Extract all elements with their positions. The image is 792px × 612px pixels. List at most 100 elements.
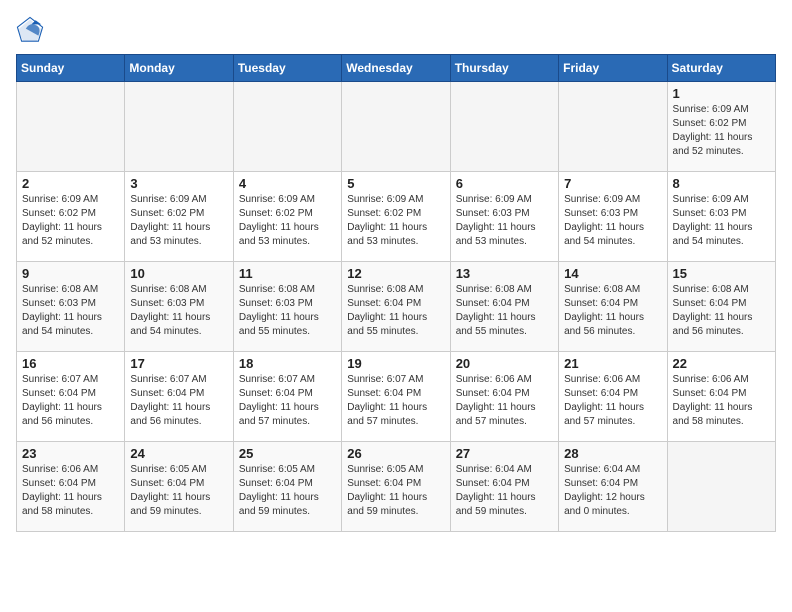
- day-info: Sunrise: 6:05 AM Sunset: 6:04 PM Dayligh…: [239, 463, 336, 519]
- calendar-cell: 14 Sunrise: 6:08 AM Sunset: 6:04 PM Dayli…: [559, 262, 667, 352]
- calendar-cell: 10Sunrise: 6:08 AM Sunset: 6:03 PM Dayli…: [125, 262, 233, 352]
- day-info: Sunrise: 6:06 AM Sunset: 6:04 PM Dayligh…: [564, 373, 661, 429]
- logo-icon: [16, 16, 44, 44]
- day-number: 28: [564, 446, 661, 461]
- day-number: 15: [673, 266, 770, 281]
- day-info: Sunrise: 6:09 AM Sunset: 6:02 PM Dayligh…: [239, 193, 336, 249]
- weekday-header: Friday: [559, 55, 667, 82]
- day-info: Sunrise: 6:07 AM Sunset: 6:04 PM Dayligh…: [130, 373, 227, 429]
- day-info: Sunrise: 6:09 AM Sunset: 6:02 PM Dayligh…: [22, 193, 119, 249]
- day-number: 4: [239, 176, 336, 191]
- calendar-cell: 13 Sunrise: 6:08 AM Sunset: 6:04 PM Dayli…: [450, 262, 558, 352]
- weekday-header: Sunday: [17, 55, 125, 82]
- day-info: Sunrise: 6:09 AM Sunset: 6:02 PM Dayligh…: [673, 103, 770, 159]
- day-info: Sunrise: 6:08 AM Sunset: 6:03 PM Dayligh…: [239, 283, 336, 339]
- day-info: Sunrise: 6:04 AM Sunset: 6:04 PM Dayligh…: [564, 463, 661, 519]
- day-number: 5: [347, 176, 444, 191]
- calendar-cell: [667, 442, 775, 532]
- calendar-cell: 18 Sunrise: 6:07 AM Sunset: 6:04 PM Dayli…: [233, 352, 341, 442]
- day-number: 6: [456, 176, 553, 191]
- day-number: 25: [239, 446, 336, 461]
- calendar-cell: [559, 82, 667, 172]
- day-info: Sunrise: 6:05 AM Sunset: 6:04 PM Dayligh…: [347, 463, 444, 519]
- calendar-cell: 23Sunrise: 6:06 AM Sunset: 6:04 PM Dayli…: [17, 442, 125, 532]
- day-info: Sunrise: 6:07 AM Sunset: 6:04 PM Dayligh…: [22, 373, 119, 429]
- weekday-header: Saturday: [667, 55, 775, 82]
- calendar-cell: 26 Sunrise: 6:05 AM Sunset: 6:04 PM Dayli…: [342, 442, 450, 532]
- calendar-cell: 17 Sunrise: 6:07 AM Sunset: 6:04 PM Dayli…: [125, 352, 233, 442]
- calendar-cell: 4 Sunrise: 6:09 AM Sunset: 6:02 PM Daylig…: [233, 172, 341, 262]
- calendar-cell: 20 Sunrise: 6:06 AM Sunset: 6:04 PM Dayli…: [450, 352, 558, 442]
- calendar-week: 9 Sunrise: 6:08 AM Sunset: 6:03 PM Daylig…: [17, 262, 776, 352]
- day-number: 13: [456, 266, 553, 281]
- calendar-cell: 21 Sunrise: 6:06 AM Sunset: 6:04 PM Dayli…: [559, 352, 667, 442]
- logo: [16, 16, 48, 44]
- day-number: 20: [456, 356, 553, 371]
- day-info: Sunrise: 6:09 AM Sunset: 6:03 PM Dayligh…: [673, 193, 770, 249]
- calendar-cell: 28 Sunrise: 6:04 AM Sunset: 6:04 PM Dayli…: [559, 442, 667, 532]
- day-number: 26: [347, 446, 444, 461]
- calendar-cell: 8Sunrise: 6:09 AM Sunset: 6:03 PM Daylig…: [667, 172, 775, 262]
- calendar-cell: 15Sunrise: 6:08 AM Sunset: 6:04 PM Dayli…: [667, 262, 775, 352]
- day-number: 21: [564, 356, 661, 371]
- calendar-cell: 1 Sunrise: 6:09 AM Sunset: 6:02 PM Daylig…: [667, 82, 775, 172]
- calendar-cell: 11 Sunrise: 6:08 AM Sunset: 6:03 PM Dayli…: [233, 262, 341, 352]
- calendar-week: 1 Sunrise: 6:09 AM Sunset: 6:02 PM Daylig…: [17, 82, 776, 172]
- calendar-cell: 9 Sunrise: 6:08 AM Sunset: 6:03 PM Daylig…: [17, 262, 125, 352]
- day-number: 24: [130, 446, 227, 461]
- weekday-header: Thursday: [450, 55, 558, 82]
- day-number: 9: [22, 266, 119, 281]
- calendar-cell: 19 Sunrise: 6:07 AM Sunset: 6:04 PM Dayli…: [342, 352, 450, 442]
- calendar-cell: [125, 82, 233, 172]
- day-info: Sunrise: 6:07 AM Sunset: 6:04 PM Dayligh…: [347, 373, 444, 429]
- day-number: 11: [239, 266, 336, 281]
- calendar-cell: [233, 82, 341, 172]
- day-number: 2: [22, 176, 119, 191]
- day-info: Sunrise: 6:09 AM Sunset: 6:02 PM Dayligh…: [347, 193, 444, 249]
- day-info: Sunrise: 6:06 AM Sunset: 6:04 PM Dayligh…: [456, 373, 553, 429]
- calendar-week: 16Sunrise: 6:07 AM Sunset: 6:04 PM Dayli…: [17, 352, 776, 442]
- day-number: 27: [456, 446, 553, 461]
- day-number: 18: [239, 356, 336, 371]
- day-number: 22: [673, 356, 770, 371]
- calendar-cell: [17, 82, 125, 172]
- day-number: 19: [347, 356, 444, 371]
- day-number: 3: [130, 176, 227, 191]
- day-number: 7: [564, 176, 661, 191]
- calendar-cell: 24 Sunrise: 6:05 AM Sunset: 6:04 PM Dayli…: [125, 442, 233, 532]
- weekday-header: Tuesday: [233, 55, 341, 82]
- calendar-cell: 3 Sunrise: 6:09 AM Sunset: 6:02 PM Daylig…: [125, 172, 233, 262]
- calendar-cell: [450, 82, 558, 172]
- day-info: Sunrise: 6:04 AM Sunset: 6:04 PM Dayligh…: [456, 463, 553, 519]
- day-number: 12: [347, 266, 444, 281]
- calendar-table: SundayMondayTuesdayWednesdayThursdayFrid…: [16, 54, 776, 532]
- day-number: 17: [130, 356, 227, 371]
- calendar-cell: 5 Sunrise: 6:09 AM Sunset: 6:02 PM Daylig…: [342, 172, 450, 262]
- day-number: 14: [564, 266, 661, 281]
- calendar-cell: 2 Sunrise: 6:09 AM Sunset: 6:02 PM Daylig…: [17, 172, 125, 262]
- day-info: Sunrise: 6:05 AM Sunset: 6:04 PM Dayligh…: [130, 463, 227, 519]
- day-info: Sunrise: 6:08 AM Sunset: 6:03 PM Dayligh…: [22, 283, 119, 339]
- calendar-cell: 7 Sunrise: 6:09 AM Sunset: 6:03 PM Daylig…: [559, 172, 667, 262]
- day-info: Sunrise: 6:08 AM Sunset: 6:04 PM Dayligh…: [456, 283, 553, 339]
- day-info: Sunrise: 6:07 AM Sunset: 6:04 PM Dayligh…: [239, 373, 336, 429]
- calendar-cell: 12Sunrise: 6:08 AM Sunset: 6:04 PM Dayli…: [342, 262, 450, 352]
- page-header: [16, 16, 776, 44]
- day-info: Sunrise: 6:09 AM Sunset: 6:03 PM Dayligh…: [564, 193, 661, 249]
- calendar-cell: 22 Sunrise: 6:06 AM Sunset: 6:04 PM Dayli…: [667, 352, 775, 442]
- calendar-body: 1 Sunrise: 6:09 AM Sunset: 6:02 PM Daylig…: [17, 82, 776, 532]
- day-info: Sunrise: 6:09 AM Sunset: 6:02 PM Dayligh…: [130, 193, 227, 249]
- day-info: Sunrise: 6:08 AM Sunset: 6:03 PM Dayligh…: [130, 283, 227, 339]
- day-info: Sunrise: 6:09 AM Sunset: 6:03 PM Dayligh…: [456, 193, 553, 249]
- calendar-cell: 27 Sunrise: 6:04 AM Sunset: 6:04 PM Dayli…: [450, 442, 558, 532]
- calendar-week: 23Sunrise: 6:06 AM Sunset: 6:04 PM Dayli…: [17, 442, 776, 532]
- weekday-header: Monday: [125, 55, 233, 82]
- day-info: Sunrise: 6:08 AM Sunset: 6:04 PM Dayligh…: [564, 283, 661, 339]
- weekday-header: Wednesday: [342, 55, 450, 82]
- calendar-week: 2 Sunrise: 6:09 AM Sunset: 6:02 PM Daylig…: [17, 172, 776, 262]
- day-number: 1: [673, 86, 770, 101]
- day-number: 23: [22, 446, 119, 461]
- calendar-cell: 25 Sunrise: 6:05 AM Sunset: 6:04 PM Dayli…: [233, 442, 341, 532]
- calendar-cell: 16Sunrise: 6:07 AM Sunset: 6:04 PM Dayli…: [17, 352, 125, 442]
- day-info: Sunrise: 6:06 AM Sunset: 6:04 PM Dayligh…: [673, 373, 770, 429]
